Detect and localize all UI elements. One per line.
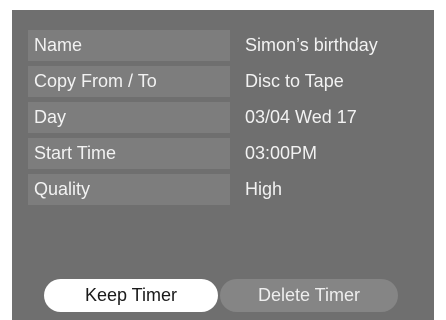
- field-label-copy-from-to: Copy From / To: [28, 66, 230, 97]
- field-label-start-time: Start Time: [28, 138, 230, 169]
- field-label-name: Name: [28, 30, 230, 61]
- delete-timer-button[interactable]: Delete Timer: [220, 279, 398, 312]
- field-value-quality: High: [245, 179, 283, 199]
- field-value-start-time: 03:00PM: [245, 143, 318, 163]
- keep-timer-button[interactable]: Keep Timer: [44, 279, 218, 312]
- field-label-quality: Quality: [28, 174, 230, 205]
- field-label-day: Day: [28, 102, 230, 133]
- field-value-copy-from-to: Disc to Tape: [245, 71, 344, 91]
- timer-details-panel: Name Simon’s birthday Copy From / To Dis…: [12, 10, 434, 320]
- field-value-name: Simon’s birthday: [245, 35, 378, 55]
- field-value-day: 03/04 Wed 17: [245, 107, 357, 127]
